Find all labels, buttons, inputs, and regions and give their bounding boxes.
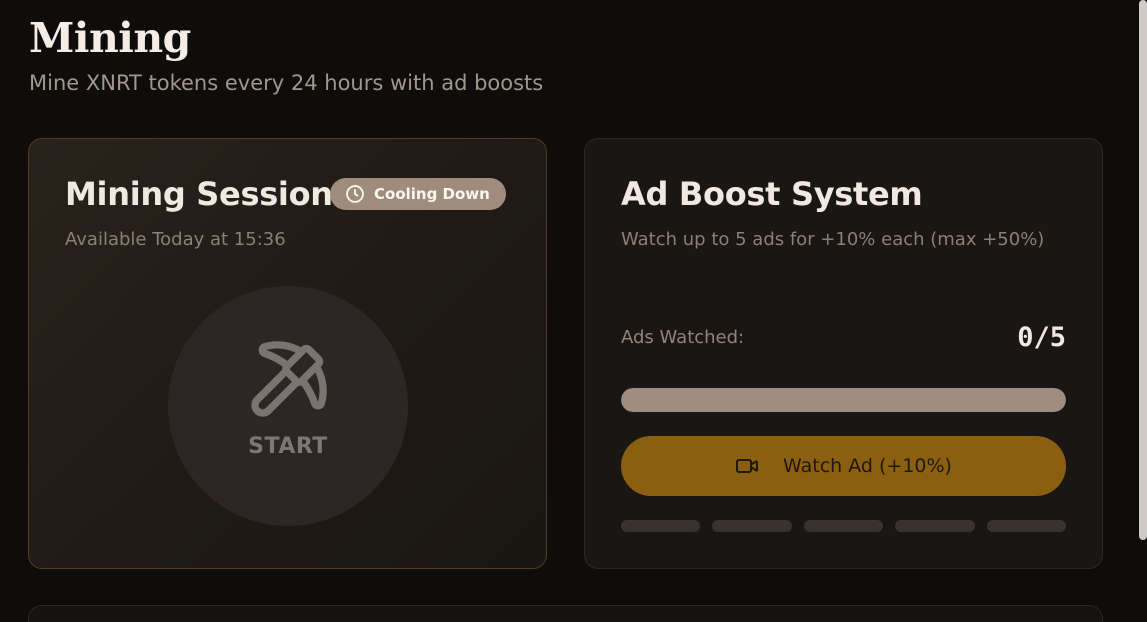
start-mining-button[interactable]: START [168,286,408,526]
page-title: Mining [29,14,191,62]
ad-boost-card: Ad Boost System Watch up to 5 ads for +1… [584,138,1103,569]
page-subtitle: Mine XNRT tokens every 24 hours with ad … [29,71,544,95]
mining-page: Mining Mine XNRT tokens every 24 hours w… [0,0,1147,622]
ad-boost-title: Ad Boost System [621,175,923,213]
start-label: START [248,434,328,459]
ads-watched-label: Ads Watched: [621,327,745,348]
ad-segment [895,520,975,532]
mining-session-card: Mining Session Cooling Down Available To… [28,138,547,569]
ads-watched-count: 0/5 [1017,322,1066,353]
ad-segment [621,520,701,532]
cooling-down-badge: Cooling Down [330,178,506,210]
bottom-card [28,605,1103,622]
page-scrollbar[interactable] [1139,0,1147,540]
ad-segment [803,520,884,532]
availability-text: Available Today at 15:36 [65,229,286,250]
ad-segment [712,520,792,532]
watch-ad-label: Watch Ad (+10%) [783,455,952,477]
clock-icon [346,185,364,203]
mining-session-title: Mining Session [65,175,333,213]
badge-label: Cooling Down [374,185,490,203]
ad-segment [986,520,1067,532]
ad-boost-progress-bar [621,388,1066,412]
video-camera-icon [736,459,759,473]
pickaxe-icon [251,341,327,417]
ads-watched-row: Ads Watched: 0/5 [621,322,1066,353]
progress-rail [621,388,1066,412]
ad-boost-description: Watch up to 5 ads for +10% each (max +50… [621,229,1045,250]
ad-segments [621,520,1067,532]
watch-ad-button[interactable]: Watch Ad (+10%) [621,436,1066,496]
